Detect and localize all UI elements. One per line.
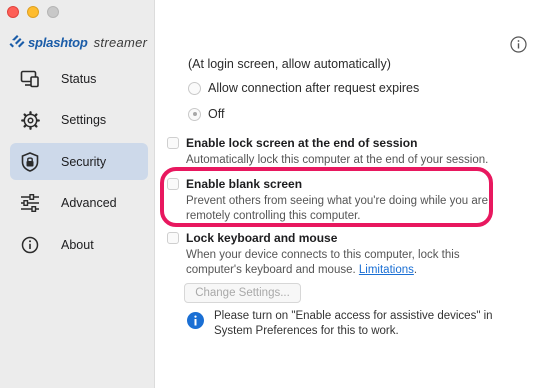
radio-label: Allow connection after request expires xyxy=(208,81,420,95)
app-window: splashtop streamer Status Settings Secur… xyxy=(0,0,544,388)
description-text: When your device connects to this comput… xyxy=(186,249,460,276)
lock-keyboard-checkbox[interactable] xyxy=(167,232,179,244)
radio-off[interactable]: Off xyxy=(188,107,224,121)
lock-keyboard-option: Lock keyboard and mouse When your device… xyxy=(167,231,492,278)
limitations-link[interactable]: Limitations xyxy=(359,264,414,276)
radio-allow-connection[interactable]: Allow connection after request expires xyxy=(188,81,419,95)
brand-subtitle: streamer xyxy=(93,34,148,50)
sidebar: splashtop streamer Status Settings Secur… xyxy=(0,0,155,388)
notice-text: Please turn on "Enable access for assist… xyxy=(214,310,493,337)
lock-screen-option: Enable lock screen at the end of session… xyxy=(167,136,488,168)
sidebar-item-settings[interactable]: Settings xyxy=(10,102,148,139)
brand-name: splashtop xyxy=(28,34,88,50)
sidebar-item-label: Security xyxy=(61,154,107,169)
highlight-outline xyxy=(160,167,493,227)
option-title: Enable lock screen at the end of session xyxy=(186,136,418,150)
info-circle-icon xyxy=(20,235,40,255)
change-settings-button[interactable]: Change Settings... xyxy=(184,283,301,303)
security-panel: (At login screen, allow automatically) A… xyxy=(155,0,544,388)
link-suffix: . xyxy=(413,264,418,276)
radio-button[interactable] xyxy=(188,107,201,121)
sidebar-item-label: About xyxy=(61,237,94,252)
radio-button[interactable] xyxy=(188,81,201,95)
radio-label: Off xyxy=(208,107,225,121)
sliders-icon xyxy=(20,193,40,213)
sidebar-item-status[interactable]: Status xyxy=(10,60,148,97)
brand-logo: splashtop streamer xyxy=(9,34,147,50)
status-icon xyxy=(20,69,40,89)
login-screen-note: (At login screen, allow automatically) xyxy=(188,57,391,71)
sidebar-nav: Status Settings Security Advanced About xyxy=(10,60,148,268)
option-title: Lock keyboard and mouse xyxy=(186,231,338,245)
sidebar-item-label: Settings xyxy=(61,113,107,127)
info-filled-icon xyxy=(187,312,204,329)
sidebar-item-advanced[interactable]: Advanced xyxy=(10,185,148,222)
option-description: Automatically lock this computer at the … xyxy=(186,154,489,166)
option-description: When your device connects to this comput… xyxy=(186,248,492,278)
assistive-notice: Please turn on "Enable access for assist… xyxy=(187,309,534,339)
window-controls xyxy=(7,6,59,18)
lock-screen-checkbox[interactable] xyxy=(167,137,179,149)
info-icon[interactable] xyxy=(510,36,527,53)
sidebar-item-label: Advanced xyxy=(61,196,117,210)
lock-shield-icon xyxy=(20,151,40,172)
zoom-window-button[interactable] xyxy=(47,6,59,18)
minimize-window-button[interactable] xyxy=(27,6,39,18)
sidebar-item-about[interactable]: About xyxy=(10,226,148,263)
sidebar-item-label: Status xyxy=(61,71,97,86)
gear-icon xyxy=(20,110,40,130)
sidebar-item-security[interactable]: Security xyxy=(10,143,148,180)
close-window-button[interactable] xyxy=(7,6,19,18)
splashtop-logo-icon xyxy=(9,35,25,48)
